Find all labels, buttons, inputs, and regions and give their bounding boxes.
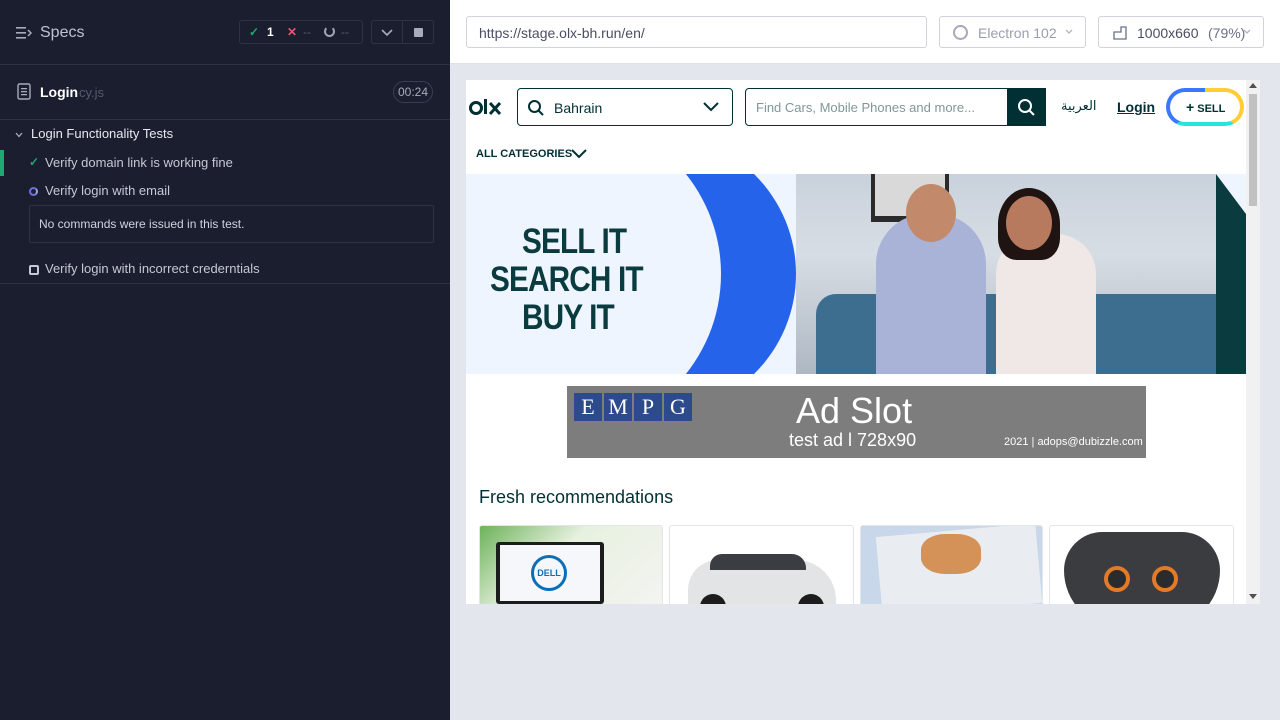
electron-icon bbox=[953, 25, 968, 40]
pending-square-icon bbox=[29, 265, 39, 275]
file-icon bbox=[17, 83, 31, 100]
passed-count: 1 bbox=[267, 25, 274, 39]
banner-slogan-line-1: SELL IT bbox=[522, 222, 627, 261]
divider bbox=[0, 283, 450, 284]
chevron-down-icon bbox=[703, 102, 719, 112]
listing-card[interactable] bbox=[860, 525, 1043, 604]
banner-slogan-line-3: BUY IT bbox=[522, 298, 615, 337]
spec-file-extension: cy.js bbox=[79, 85, 105, 100]
viewport-size: 1000x660 bbox=[1137, 25, 1199, 41]
runner-panel: Specs ✓ 1 ✕ -- -- Login cy.js 00:24 Logi… bbox=[0, 0, 450, 720]
run-duration-badge: 00:24 bbox=[393, 81, 433, 103]
person-man-head bbox=[906, 184, 956, 242]
plus-icon: + bbox=[1186, 99, 1195, 115]
all-categories-toggle[interactable]: ALL CATEGORIES bbox=[476, 148, 572, 160]
chevron-down-icon bbox=[1243, 29, 1251, 34]
location-selector[interactable]: Bahrain bbox=[517, 88, 733, 126]
search-button[interactable] bbox=[1007, 88, 1046, 126]
listing-card[interactable]: DELL bbox=[479, 525, 663, 604]
check-icon: ✓ bbox=[29, 155, 40, 169]
ad-subtitle: test ad l 728x90 bbox=[789, 430, 917, 450]
specs-header: Specs ✓ 1 ✕ -- -- bbox=[0, 0, 450, 65]
browser-toolbar: https://stage.olx-bh.run/en/ Electron 10… bbox=[450, 0, 1280, 64]
listing-card[interactable] bbox=[1049, 525, 1234, 604]
scrollbar-thumb[interactable] bbox=[1249, 94, 1257, 206]
expand-collapse-button[interactable] bbox=[371, 20, 403, 44]
url-field[interactable]: https://stage.olx-bh.run/en/ bbox=[466, 16, 927, 48]
failed-count: -- bbox=[303, 25, 311, 39]
vertical-scrollbar[interactable] bbox=[1246, 80, 1260, 604]
empg-logo: E M P G bbox=[574, 393, 692, 421]
test-title: Verify domain link is working fine bbox=[45, 155, 233, 170]
browser-selector[interactable]: Electron 102 bbox=[939, 16, 1086, 48]
chevron-down-icon bbox=[1065, 29, 1073, 34]
test-item-passed[interactable]: ✓ Verify domain link is working fine bbox=[0, 150, 450, 176]
test-item-running[interactable]: Verify login with email bbox=[0, 178, 450, 204]
hero-banner[interactable]: SELL IT SEARCH IT BUY IT bbox=[466, 174, 1246, 374]
search-placeholder: Find Cars, Mobile Phones and more... bbox=[756, 100, 975, 115]
test-item-pending[interactable]: Verify login with incorrect crederntials bbox=[0, 256, 450, 282]
app-preview-frame: Bahrain Find Cars, Mobile Phones and mor… bbox=[466, 80, 1260, 604]
chevron-down-icon bbox=[381, 29, 393, 37]
suite-title[interactable]: Login Functionality Tests bbox=[31, 126, 173, 141]
ad-title: Ad Slot bbox=[796, 390, 913, 431]
test-title: Verify login with email bbox=[45, 183, 170, 198]
spec-file-name: Login bbox=[40, 84, 79, 100]
listing-card[interactable] bbox=[669, 525, 854, 604]
browser-name: Electron 102 bbox=[978, 25, 1057, 41]
pending-count: -- bbox=[341, 25, 349, 39]
chevron-down-icon[interactable] bbox=[570, 148, 588, 160]
location-value: Bahrain bbox=[554, 100, 603, 116]
sell-button[interactable]: + SELL bbox=[1166, 88, 1244, 126]
kitten-image bbox=[921, 534, 981, 574]
pending-spinner-icon bbox=[324, 26, 335, 37]
gamepad-stick bbox=[1152, 566, 1178, 592]
dell-logo: DELL bbox=[531, 555, 567, 591]
test-title: Verify login with incorrect crederntials bbox=[45, 261, 260, 276]
search-input[interactable]: Find Cars, Mobile Phones and more... bbox=[745, 88, 1046, 126]
specs-label[interactable]: Specs bbox=[40, 24, 84, 42]
stop-icon bbox=[414, 28, 423, 37]
ruler-icon bbox=[1113, 26, 1127, 40]
fresh-recommendations-title: Fresh recommendations bbox=[479, 487, 674, 507]
gamepad-stick bbox=[1104, 566, 1130, 592]
olx-logo[interactable] bbox=[469, 96, 503, 118]
scroll-up-arrow[interactable] bbox=[1249, 83, 1257, 88]
banner-slogan-line-2: SEARCH IT bbox=[490, 260, 644, 299]
spec-file-header: Login cy.js 00:24 bbox=[0, 65, 450, 120]
search-icon bbox=[528, 100, 544, 116]
passed-check-icon: ✓ bbox=[249, 25, 260, 39]
search-icon bbox=[1018, 99, 1035, 116]
olx-header: Bahrain Find Cars, Mobile Phones and mor… bbox=[466, 80, 1246, 136]
viewport-zoom: (79%) bbox=[1208, 25, 1246, 41]
stop-button[interactable] bbox=[402, 20, 434, 44]
ad-slot[interactable]: E M P G Ad Slot test ad l 728x90 2021 | … bbox=[567, 386, 1146, 458]
viewport-selector[interactable]: 1000x660 (79%) bbox=[1098, 16, 1264, 48]
person-woman-head bbox=[1006, 196, 1052, 250]
no-commands-message: No commands were issued in this test. bbox=[29, 205, 434, 243]
sell-button-inner: + SELL bbox=[1170, 92, 1240, 122]
scroll-down-arrow[interactable] bbox=[1249, 594, 1257, 599]
passed-indicator bbox=[0, 150, 4, 176]
language-switch-link[interactable]: العربية bbox=[1061, 99, 1097, 114]
specs-list-icon[interactable] bbox=[16, 26, 32, 40]
car-window bbox=[710, 554, 806, 570]
chevron-down-icon[interactable] bbox=[15, 131, 23, 139]
test-stats: ✓ 1 ✕ -- -- bbox=[239, 20, 363, 44]
running-spinner-icon bbox=[29, 187, 38, 196]
failed-x-icon: ✕ bbox=[287, 25, 298, 39]
gamepad-image bbox=[1064, 532, 1220, 604]
ad-contact: 2021 | adops@dubizzle.com bbox=[1004, 436, 1143, 448]
login-link[interactable]: Login bbox=[1117, 99, 1155, 115]
sell-label: + SELL bbox=[1186, 99, 1226, 115]
banner-dark-edge bbox=[1216, 174, 1246, 374]
